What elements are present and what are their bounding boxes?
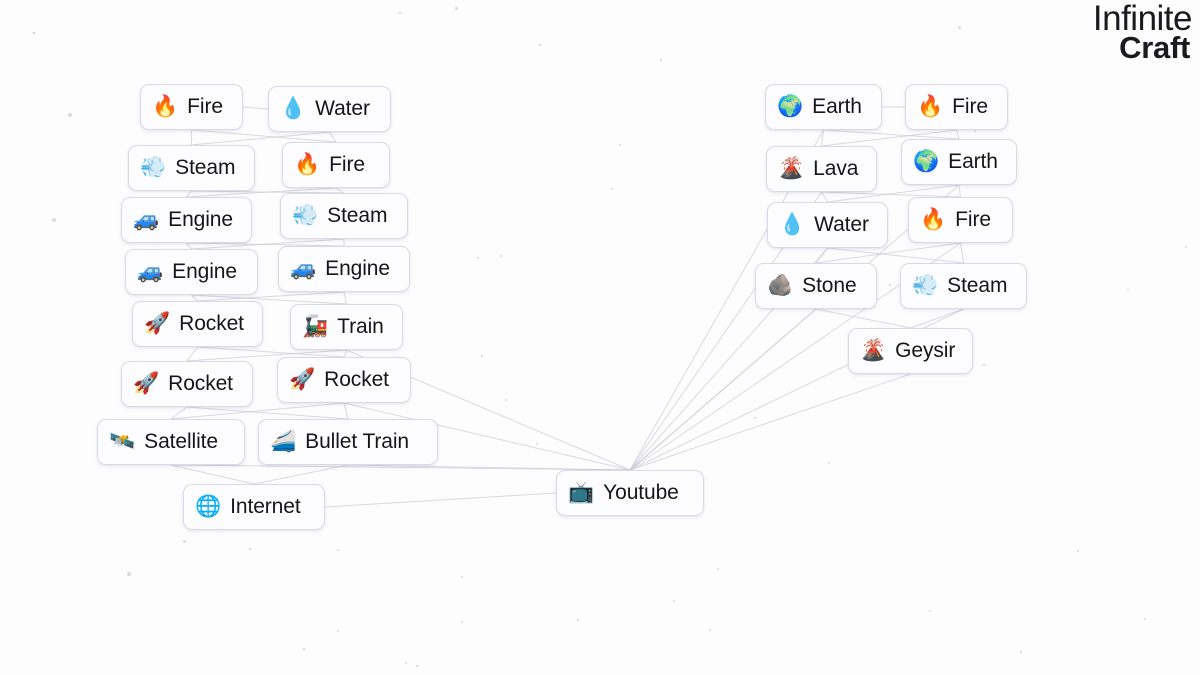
element-card-label: Bullet Train [305,430,410,453]
element-card-label: Steam [175,156,236,179]
element-card-label: Earth [812,95,862,118]
element-card-fire-2[interactable]: 🔥 Fire [282,142,390,188]
element-card-earth-1[interactable]: 🌍 Earth [765,84,882,130]
element-card-label: Youtube [603,481,679,504]
element-card-lava-1[interactable]: 🌋 Lava [766,146,877,192]
water-icon: 💧 [779,212,806,236]
element-card-label: Train [337,315,384,338]
element-card-label: Engine [168,208,233,231]
element-node-layer: 🔥 Fire 💧 Water 💨 Steam 🔥 Fire 🚙 Engine 💨 Steam 🚙 Engi… [0,0,1200,675]
engine-icon: 🚙 [137,259,164,283]
element-card-fire-4[interactable]: 🔥 Fire [908,197,1013,243]
fire-icon: 🔥 [920,207,947,231]
element-card-label: Fire [952,95,988,118]
rock-icon: 🪨 [767,273,794,297]
volcano-icon: 🌋 [778,156,805,180]
element-card-label: Engine [172,260,237,283]
element-card-label: Rocket [179,312,244,335]
infinite-craft-logo: Infinite Craft [1093,1,1193,64]
element-card-label: Water [814,213,869,236]
element-card-label: Engine [325,257,390,280]
water-icon: 💧 [280,96,307,120]
element-card-label: Steam [947,274,1008,297]
element-card-fire-3[interactable]: 🔥 Fire [905,84,1008,130]
element-card-label: Stone [802,274,857,297]
element-card-label: Fire [955,208,991,231]
fire-icon: 🔥 [152,94,179,118]
element-card-geysir-1[interactable]: 🌋 Geysir [848,328,973,374]
element-card-steam-1[interactable]: 💨 Steam [128,145,255,191]
fire-icon: 🔥 [917,94,944,118]
element-card-earth-2[interactable]: 🌍 Earth [901,139,1017,185]
steam-icon: 💨 [292,203,319,227]
rocket-icon: 🚀 [144,311,171,335]
earth-icon: 🌍 [777,94,804,118]
element-card-engine-3[interactable]: 🚙 Engine [278,246,410,292]
bullet-train-icon: 🚄 [270,429,297,453]
element-card-rocket-1[interactable]: 🚀 Rocket [132,301,263,347]
rocket-icon: 🚀 [133,371,160,395]
element-card-steam-2[interactable]: 💨 Steam [280,193,408,239]
element-card-label: Internet [230,495,301,518]
element-card-bullet-train-1[interactable]: 🚄 Bullet Train [258,419,438,465]
element-card-label: Fire [329,153,365,176]
element-card-label: Geysir [895,339,956,362]
element-card-satellite-1[interactable]: 🛰️ Satellite [97,419,245,465]
element-card-label: Steam [327,204,388,227]
steam-icon: 💨 [140,155,167,179]
rocket-icon: 🚀 [289,367,316,391]
infinite-craft-canvas[interactable]: 🔥 Fire 💧 Water 💨 Steam 🔥 Fire 🚙 Engine 💨 Steam 🚙 Engi… [0,0,1200,675]
element-card-youtube-1[interactable]: 📺 Youtube [556,470,704,516]
element-card-rocket-2[interactable]: 🚀 Rocket [121,361,253,407]
element-card-label: Water [315,97,370,120]
fire-icon: 🔥 [294,152,321,176]
element-card-water-2[interactable]: 💧 Water [767,202,888,248]
television-icon: 📺 [568,480,595,504]
element-card-train-1[interactable]: 🚂 Train [290,304,403,350]
globe-icon: 🌐 [195,494,222,518]
element-card-internet-1[interactable]: 🌐 Internet [183,484,325,530]
element-card-rocket-3[interactable]: 🚀 Rocket [277,357,411,403]
steam-icon: 💨 [912,273,939,297]
element-card-steam-3[interactable]: 💨 Steam [900,263,1027,309]
element-card-label: Rocket [324,368,389,391]
satellite-icon: 🛰️ [109,429,136,453]
element-card-stone-1[interactable]: 🪨 Stone [755,263,877,309]
element-card-fire-1[interactable]: 🔥 Fire [140,84,243,130]
train-icon: 🚂 [302,314,329,338]
earth-icon: 🌍 [913,149,940,173]
volcano-icon: 🌋 [860,338,887,362]
element-card-label: Earth [948,150,998,173]
element-card-label: Satellite [144,430,218,453]
element-card-engine-1[interactable]: 🚙 Engine [121,197,252,243]
element-card-label: Fire [187,95,223,118]
element-card-water-1[interactable]: 💧 Water [268,86,391,132]
element-card-engine-2[interactable]: 🚙 Engine [125,249,258,295]
engine-icon: 🚙 [290,256,317,280]
element-card-label: Rocket [168,372,233,395]
engine-icon: 🚙 [133,207,160,231]
element-card-label: Lava [813,157,859,180]
